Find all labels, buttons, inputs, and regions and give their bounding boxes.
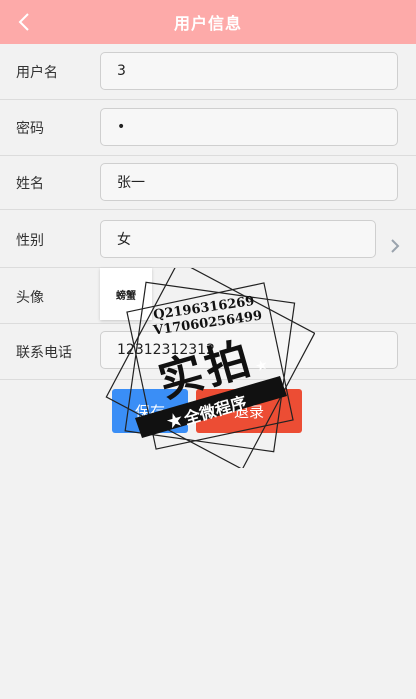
password-label: 密码	[16, 121, 44, 137]
chevron-left-icon	[18, 13, 29, 31]
form-row-username: 用户名 3	[0, 44, 416, 100]
phone-input[interactable]: 12312312312	[100, 331, 398, 369]
username-input[interactable]: 3	[100, 52, 398, 90]
password-input[interactable]: •	[100, 108, 398, 146]
realname-label: 姓名	[16, 176, 44, 192]
gender-select[interactable]: 女	[100, 220, 376, 258]
gender-label: 性别	[16, 233, 44, 249]
form-row-phone: 联系电话 12312312312	[0, 324, 416, 380]
avatar-image[interactable]: 螃蟹	[100, 268, 152, 320]
page-title: 用户信息	[173, 14, 242, 33]
app-header: 用户信息	[0, 0, 416, 44]
phone-label: 联系电话	[16, 345, 72, 361]
form-row-realname: 姓名 张一	[0, 156, 416, 210]
back-button[interactable]	[10, 8, 38, 36]
username-label: 用户名	[16, 65, 58, 81]
form-row-gender[interactable]: 性别 女	[0, 210, 416, 268]
save-button[interactable]: 保存	[112, 389, 188, 433]
form-row-password: 密码 •	[0, 100, 416, 156]
form-row-avatar: 头像	[0, 268, 416, 324]
avatar-label: 头像	[16, 290, 44, 306]
realname-input[interactable]: 张一	[100, 163, 398, 201]
logout-button[interactable]: 退录	[196, 389, 302, 433]
chevron-right-icon[interactable]	[390, 238, 400, 254]
